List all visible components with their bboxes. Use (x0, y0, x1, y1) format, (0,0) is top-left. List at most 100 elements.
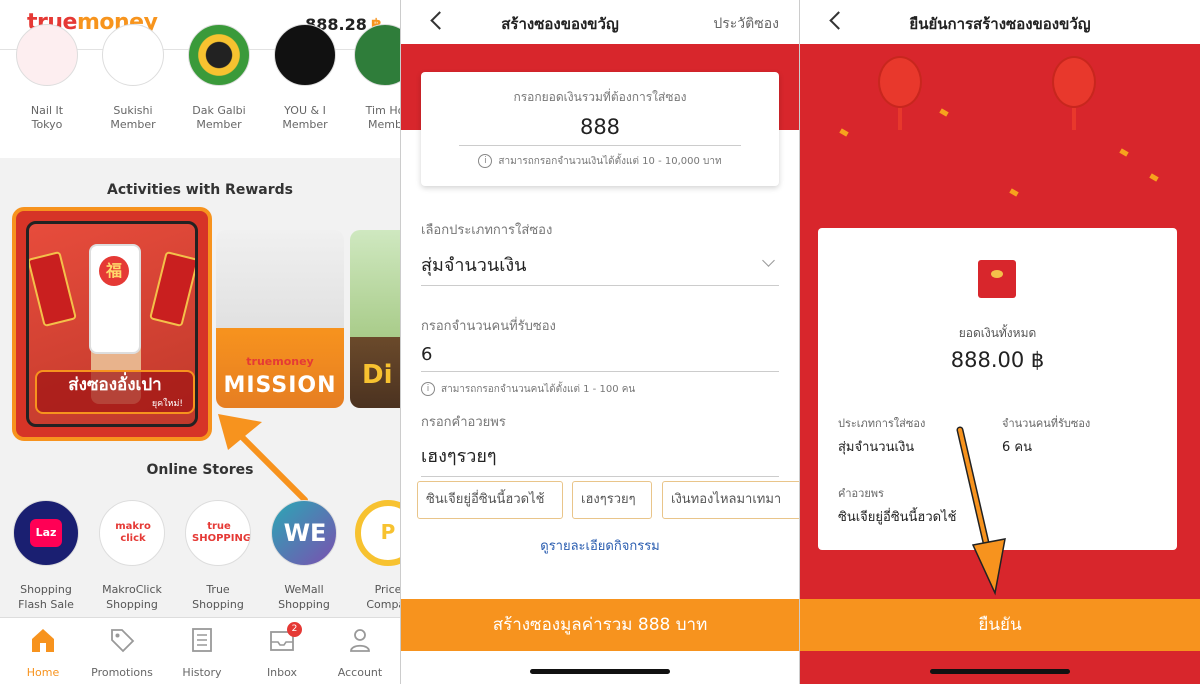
nav-promotions[interactable]: Promotions (82, 626, 162, 679)
confetti-decoration (1119, 148, 1129, 157)
nav-label: Promotions (91, 666, 153, 679)
fu-glyph: 福 (99, 256, 129, 286)
lazada-logo-icon: Laz (13, 500, 79, 566)
nav-label: Account (337, 666, 383, 679)
create-gift-envelope-screen: สร้างซองของขวัญ ประวัติซอง กรอกยอดเงินรว… (401, 0, 799, 684)
pointer-arrow-icon (956, 426, 1006, 596)
store-item[interactable]: P Price Compar (345, 500, 400, 612)
blessing-input[interactable]: เฮงๆรวยๆ (421, 441, 779, 477)
wemall-logo-text: WE (283, 519, 327, 547)
home-icon (29, 626, 57, 654)
account-icon (346, 626, 374, 654)
merchant-list: Nail It Tokyo Sukishi Member Dak Galbi M… (0, 24, 400, 158)
confirm-button[interactable]: ยืนยัน (800, 599, 1200, 651)
online-stores-section-title: Online Stores (146, 462, 254, 478)
inbox-badge: 2 (287, 622, 302, 637)
envelope-history-link[interactable]: ประวัติซอง (713, 13, 779, 35)
store-label: Price Compar (366, 583, 400, 611)
makro-click-logo-icon: makro click (99, 500, 165, 566)
you-and-i-logo-icon (274, 24, 336, 86)
nav-account[interactable]: Account (320, 626, 400, 679)
store-label: WeMall Shopping (278, 583, 330, 611)
amount-input[interactable]: 888 (421, 115, 779, 139)
amount-underline (459, 145, 741, 146)
red-envelope-icon (978, 260, 1016, 298)
price-compare-logo-icon: P (355, 500, 400, 566)
home-indicator (530, 669, 670, 674)
pointer-arrow-icon (218, 414, 308, 503)
create-topbar: สร้างซองของขวัญ ประวัติซอง (401, 0, 799, 44)
recipients-label: จำนวนคนที่รับซอง (1002, 417, 1091, 430)
activities-section-title: Activities with Rewards (107, 182, 293, 198)
angpao-card-artwork: 福 ส่งซองอั่งเปา ยุคใหม่! (26, 221, 198, 427)
envelope-type-select[interactable]: สุ่มจำนวนเงิน (421, 250, 779, 286)
amount-field-label: กรอกยอดเงินรวมที่ต้องการใส่ซอง (513, 90, 687, 104)
create-screen-title: สร้างซองของขวัญ (501, 15, 619, 33)
angpao-activity-card[interactable]: 福 ส่งซองอั่งเปา ยุคใหม่! (12, 207, 212, 441)
makro-logo-text: makro click (115, 521, 151, 544)
mission-card-brand: truemoney (246, 355, 314, 368)
confetti-decoration (1009, 188, 1019, 197)
mission-card-title: MISSION (223, 373, 337, 398)
confirm-topbar: ยืนยันการสร้างซองของขวัญ (800, 0, 1200, 44)
red-envelope-icon (29, 250, 77, 328)
inbox-icon: 2 (268, 622, 302, 654)
blessing-chip[interactable]: เงินทองไหลมาเทมา (662, 481, 799, 519)
blessing-chip[interactable]: เฮงๆรวยๆ (572, 481, 652, 519)
nav-inbox[interactable]: 2 Inbox (242, 622, 322, 679)
amount-hint: สามารถกรอกจำนวนเงินได้ตั้งแต่ 10 - 10,00… (498, 156, 722, 167)
store-item[interactable]: Laz Shopping Flash Sale (3, 500, 89, 612)
blessing-chip[interactable]: ซินเจียยู่อี่ซินนี้ฮวดไช้ (417, 481, 563, 519)
wemall-logo-icon: WE (271, 500, 337, 566)
create-envelope-button[interactable]: สร้างซองมูลค่ารวม 888 บาท (401, 599, 799, 651)
merchant-label: Tim Ho Memb (365, 104, 400, 131)
nav-label: History (182, 666, 222, 679)
recipients-input[interactable]: 6 (421, 344, 779, 372)
mission-activity-card[interactable]: truemoney MISSION (216, 230, 344, 408)
merchant-label: Nail It Tokyo (30, 104, 64, 131)
store-label: MakroClick Shopping (102, 583, 162, 611)
nav-home[interactable]: Home (3, 626, 83, 679)
merchant-item[interactable]: Nail It Tokyo (2, 24, 92, 132)
third-card-title: Di (362, 360, 393, 390)
history-icon (188, 626, 216, 654)
bottom-navigation: Home Promotions History 2 Inbox Account (0, 617, 400, 684)
home-indicator (930, 669, 1070, 674)
recipients-hint: สามารถกรอกจำนวนคนได้ตั้งแต่ 1 - 100 คน (441, 384, 636, 395)
angpao-card-title: ส่งซองอั่งเปา (68, 375, 162, 395)
total-amount-label: ยอดเงินทั้งหมด (958, 326, 1037, 340)
info-icon: i (478, 154, 493, 168)
nav-history[interactable]: History (162, 626, 242, 679)
envelope-type-label: ประเภทการใส่ซอง (838, 417, 926, 430)
true-shopping-logo-icon: true SHOPPING (185, 500, 251, 566)
nav-label: Inbox (266, 666, 298, 679)
recipients-label: กรอกจำนวนคนที่รับซอง (421, 319, 556, 334)
sukishi-logo-icon (102, 24, 164, 86)
info-icon: i (421, 382, 435, 396)
store-item[interactable]: makro click MakroClick Shopping (89, 500, 175, 612)
amount-card: กรอกยอดเงินรวมที่ต้องการใส่ซอง 888 i สามา… (421, 72, 779, 186)
merchant-item[interactable]: YOU & I Member (260, 24, 350, 132)
chevron-down-icon (762, 254, 775, 267)
blessing-label: คำอวยพร (838, 487, 884, 500)
angpao-card-banner: ส่งซองอั่งเปา ยุคใหม่! (35, 370, 195, 414)
store-item[interactable]: true SHOPPING True Shopping (175, 500, 261, 612)
merchant-item[interactable]: Dak Galbi Member (174, 24, 264, 132)
merchant-label: Sukishi Member (110, 104, 156, 131)
price-logo-text: P (380, 520, 396, 544)
store-label: True Shopping (192, 583, 244, 611)
merchant-label: Dak Galbi Member (192, 104, 246, 131)
confetti-decoration (939, 108, 949, 117)
lantern-icon (878, 56, 922, 130)
merchant-item[interactable]: Sukishi Member (88, 24, 178, 132)
merchant-item[interactable]: Tim Ho Memb (340, 24, 400, 132)
activity-details-link[interactable]: ดูรายละเอียดกิจกรรม (401, 535, 799, 556)
store-item[interactable]: WE WeMall Shopping (261, 500, 347, 612)
dak-galbi-logo-icon (188, 24, 250, 86)
third-activity-card[interactable]: Di (350, 230, 400, 408)
red-envelope-icon (149, 250, 195, 328)
angpao-card-subtitle: ยุคใหม่! (151, 399, 183, 409)
store-label: Shopping Flash Sale (18, 583, 74, 611)
confirm-screen-title: ยืนยันการสร้างซองของขวัญ (909, 15, 1091, 33)
nav-label: Home (26, 666, 60, 679)
